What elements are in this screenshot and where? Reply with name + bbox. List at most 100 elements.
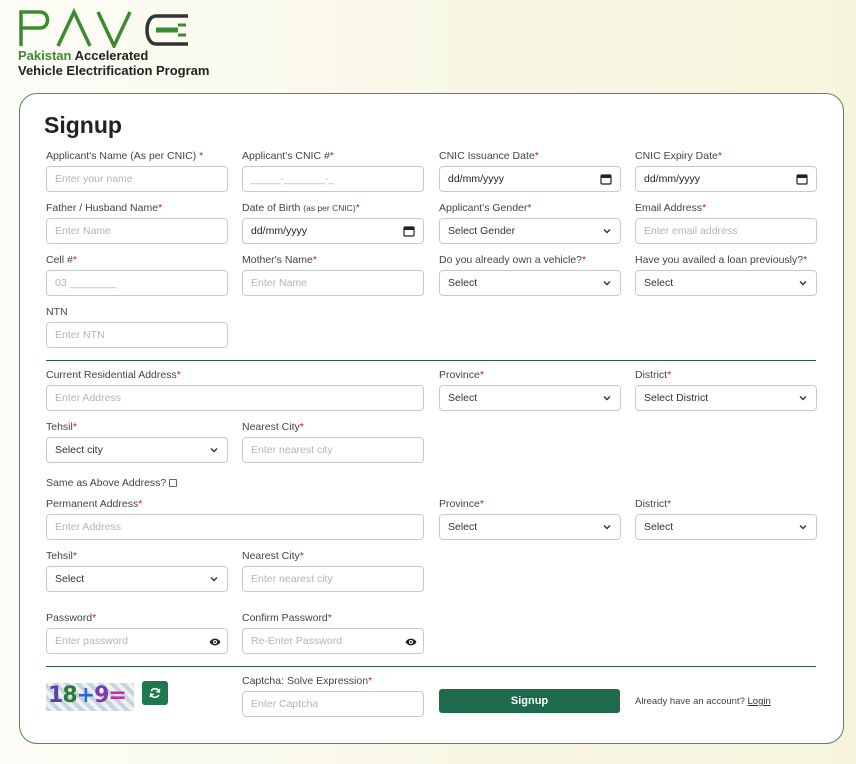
own-vehicle-select[interactable]: Select [439,270,621,296]
confirm-password-input[interactable]: Re-Enter Password [242,628,424,654]
login-prompt: Already have an account? Login [635,696,771,707]
eye-icon[interactable] [405,636,417,648]
tehsil1-select[interactable]: Select city [46,437,228,463]
refresh-icon [149,687,161,699]
loan-select[interactable]: Select [635,270,817,296]
cnic-expiry-label: CNIC Expiry Date* [635,150,722,162]
mother-name-label: Mother's Name* [242,254,317,266]
captcha-expression: 18+9= [48,683,127,708]
cnic-label: Applicant's CNIC #* [242,150,334,162]
gender-label: Applicant's Gender* [439,202,532,214]
district2-label: District* [635,498,672,510]
current-address-label: Current Residential Address* [46,369,181,381]
page-title: Signup [44,112,122,138]
province2-select[interactable]: Select [439,514,621,540]
email-group: Email Address* Enter email address [635,202,817,244]
own-vehicle-label: Do you already own a vehicle?* [439,254,587,266]
province2-label: Province* [439,498,484,510]
loan-label: Have you availed a loan previously?* [635,254,808,266]
cnic-group: Applicant's CNIC #* _____-_______-_ [242,150,424,192]
nearest-city1-label: Nearest City* [242,421,304,433]
same-as-above-label: Same as Above Address? [46,477,167,489]
gender-select[interactable]: Select Gender [439,218,621,244]
chevron-down-icon [603,229,611,234]
calendar-icon[interactable] [796,173,808,185]
district2-group: District* Select [635,498,817,540]
father-name-label: Father / Husband Name* [46,202,163,214]
same-as-above-row: Same as Above Address? [46,477,178,489]
chevron-down-icon [603,281,611,286]
applicant-name-input[interactable]: Enter your name [46,166,228,192]
password-input[interactable]: Enter password [46,628,228,654]
nearest-city2-input[interactable]: Enter nearest city [242,566,424,592]
cnic-issue-label: CNIC Issuance Date* [439,150,539,162]
captcha-group: Captcha: Solve Expression* Enter Captcha [242,675,424,717]
chevron-down-icon [603,525,611,530]
same-as-above-checkbox[interactable] [169,479,178,487]
eye-icon[interactable] [209,636,221,648]
current-address-input[interactable]: Enter Address [46,385,424,411]
province1-group: Province* Select [439,369,621,411]
own-vehicle-group: Do you already own a vehicle?* Select [439,254,621,296]
cnic-issue-date-input[interactable]: dd/mm/yyyy [439,166,621,192]
dob-date-input[interactable]: dd/mm/yyyy [242,218,424,244]
father-name-input[interactable]: Enter Name [46,218,228,244]
chevron-down-icon [799,281,807,286]
signup-card: Signup Applicant's Name (As per CNIC) * … [19,93,844,744]
tehsil2-label: Tehsil* [46,550,77,562]
captcha-image: 18+9= [46,683,134,711]
signup-button[interactable]: Signup [439,689,620,713]
nearest-city2-label: Nearest City* [242,550,304,562]
tehsil2-select[interactable]: Select [46,566,228,592]
district1-group: District* Select District [635,369,817,411]
district2-select[interactable]: Select [635,514,817,540]
nearest-city1-group: Nearest City* Enter nearest city [242,421,424,463]
province1-label: Province* [439,369,484,381]
ntn-label: NTN [46,306,68,318]
captcha-input[interactable]: Enter Captcha [242,691,424,717]
district1-select[interactable]: Select District [635,385,817,411]
mother-name-group: Mother's Name* Enter Name [242,254,424,296]
nearest-city2-group: Nearest City* Enter nearest city [242,550,424,592]
cnic-expiry-group: CNIC Expiry Date* dd/mm/yyyy [635,150,817,192]
tehsil1-label: Tehsil* [46,421,77,433]
dob-group: Date of Birth (as per CNIC)* dd/mm/yyyy [242,202,424,244]
permanent-address-input[interactable]: Enter Address [46,514,424,540]
cnic-issue-group: CNIC Issuance Date* dd/mm/yyyy [439,150,621,192]
nearest-city1-input[interactable]: Enter nearest city [242,437,424,463]
province1-select[interactable]: Select [439,385,621,411]
applicant-name-label: Applicant's Name (As per CNIC) * [46,150,204,162]
login-link[interactable]: Login [748,696,771,707]
chevron-down-icon [210,448,218,453]
refresh-captcha-button[interactable] [142,681,168,705]
dob-label: Date of Birth (as per CNIC)* [242,202,360,214]
calendar-icon[interactable] [403,225,415,237]
cell-input[interactable]: 03 ________ [46,270,228,296]
chevron-down-icon [799,396,807,401]
confirm-password-group: Confirm Password* Re-Enter Password [242,612,424,654]
gender-group: Applicant's Gender* Select Gender [439,202,621,244]
cell-label: Cell #* [46,254,77,266]
chevron-down-icon [799,525,807,530]
loan-group: Have you availed a loan previously?* Sel… [635,254,817,296]
email-input[interactable]: Enter email address [635,218,817,244]
mother-name-input[interactable]: Enter Name [242,270,424,296]
captcha-label: Captcha: Solve Expression* [242,675,373,687]
password-label: Password* [46,612,97,624]
district1-label: District* [635,369,672,381]
ntn-input[interactable]: Enter NTN [46,322,228,348]
ntn-group: NTN Enter NTN [46,306,228,348]
section-divider [46,360,816,361]
calendar-icon[interactable] [600,173,612,185]
chevron-down-icon [210,577,218,582]
cnic-input[interactable]: _____-_______-_ [242,166,424,192]
header: Pakistan Accelerated Vehicle Electrifica… [18,6,209,78]
tehsil1-group: Tehsil* Select city [46,421,228,463]
cnic-expiry-date-input[interactable]: dd/mm/yyyy [635,166,817,192]
province2-group: Province* Select [439,498,621,540]
permanent-address-group: Permanent Address* Enter Address [46,498,424,540]
brand-line-1: Pakistan Accelerated [18,48,149,63]
cell-group: Cell #* 03 ________ [46,254,228,296]
email-label: Email Address* [635,202,707,214]
section-divider [46,666,816,667]
